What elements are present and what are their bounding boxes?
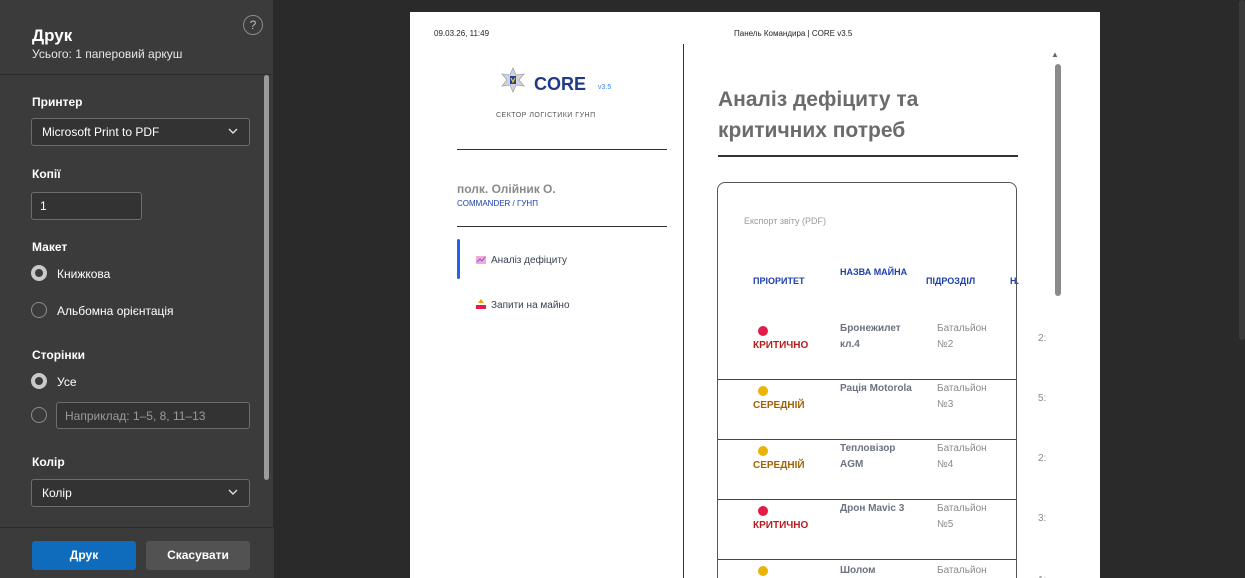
priority-badge: КРИТИЧНО: [753, 520, 809, 531]
logo-text: CORE: [534, 74, 587, 94]
column-header: Н.: [1010, 276, 1019, 286]
dialog-footer: Друк Скасувати: [0, 527, 274, 578]
print-date: 09.03.26, 11:49: [434, 29, 490, 38]
priority-badge: КРИТИЧНО: [753, 340, 809, 351]
print-settings-panel: Друк Усього: 1 паперовий аркуш ? Принтер…: [0, 0, 274, 578]
item-name: Тепловізор AGM: [840, 443, 896, 470]
sheet-count: Усього: 1 паперовий аркуш: [32, 47, 183, 61]
nav-item-deficit[interactable]: Аналіз дефіциту: [476, 255, 567, 266]
document-scrollbar[interactable]: [1055, 64, 1061, 296]
preview-page: 09.03.26, 11:49 Панель Командира | CORE …: [410, 12, 1100, 578]
panel-scrollbar[interactable]: [264, 75, 269, 480]
pages-all-label: Усе: [57, 375, 77, 389]
help-icon[interactable]: ?: [243, 15, 263, 35]
table-row-separator: [718, 499, 1016, 500]
badge-star-icon: [501, 67, 525, 93]
upload-icon: [476, 299, 486, 309]
row-number: 2:: [1038, 453, 1047, 464]
divider: [0, 74, 274, 75]
print-button[interactable]: Друк: [32, 541, 136, 570]
pages-range-input[interactable]: Наприклад: 1–5, 8, 11–13: [56, 402, 250, 429]
export-pdf-button[interactable]: Експорт звіту (PDF): [744, 216, 826, 226]
divider: [457, 149, 667, 150]
table-row-separator: [718, 439, 1016, 440]
nav-active-indicator: [457, 239, 460, 279]
row-number: 2:: [1038, 333, 1047, 344]
unit-name: Батальйон №4: [937, 443, 987, 470]
nav-item-label: Запити на майно: [491, 300, 570, 311]
deficit-table-card: Експорт звіту (PDF) ПРІОРИТЕТ НАЗВА МАЙН…: [717, 182, 1046, 578]
column-header: ПІДРОЗДІЛ: [926, 276, 976, 286]
copies-input[interactable]: 1: [31, 192, 142, 220]
portrait-radio[interactable]: [31, 265, 47, 281]
layout-label: Макет: [32, 240, 68, 254]
dialog-title: Друк: [32, 26, 73, 45]
divider: [457, 226, 667, 227]
commander-name: полк. Олійник О.: [457, 182, 556, 196]
unit-name: Батальйон: [937, 565, 987, 576]
printer-select[interactable]: Microsoft Print to PDF: [31, 118, 250, 146]
item-name: Бронежилет кл.4: [840, 323, 901, 350]
color-label: Колір: [32, 455, 65, 469]
column-header: ПРІОРИТЕТ: [753, 276, 805, 286]
priority-badge: СЕРЕДНІЙ: [753, 460, 805, 471]
copies-label: Копії: [32, 167, 61, 181]
color-select[interactable]: Колір: [31, 479, 250, 507]
table-row-separator: [718, 559, 1016, 560]
row-number: 3:: [1038, 513, 1047, 524]
logo-version: v3.5: [598, 84, 612, 91]
column-header: НАЗВА МАЙНА: [840, 267, 908, 277]
printer-value: Microsoft Print to PDF: [42, 125, 160, 139]
divider: [683, 44, 684, 578]
commander-role: COMMANDER / ГУНП: [457, 199, 538, 208]
chart-icon: [476, 256, 486, 264]
printer-label: Принтер: [32, 95, 83, 109]
pages-custom-radio[interactable]: [31, 407, 47, 423]
portrait-label: Книжкова: [57, 267, 111, 281]
priority-critical-icon: [758, 326, 768, 336]
scroll-up-icon[interactable]: ▲: [1051, 50, 1059, 59]
item-name: Шолом: [840, 565, 876, 576]
print-dialog: Друк Усього: 1 паперовий аркуш ? Принтер…: [0, 0, 1245, 578]
priority-critical-icon: [758, 506, 768, 516]
unit-name: Батальйон №3: [937, 383, 987, 410]
row-number: 5:: [1038, 393, 1047, 404]
preview-scrollbar[interactable]: [1239, 0, 1245, 340]
priority-medium-icon: [758, 566, 768, 576]
divider: [718, 155, 1018, 157]
cancel-button[interactable]: Скасувати: [146, 541, 250, 570]
unit-name: Батальйон №2: [937, 323, 987, 350]
item-name: Дрон Mavic 3: [840, 503, 905, 514]
logo-subtitle: СЕКТОР ЛОГІСТИКИ ГУНП: [496, 112, 596, 119]
landscape-radio[interactable]: [31, 302, 47, 318]
landscape-label: Альбомна орієнтація: [57, 304, 174, 318]
page-title: Аналіз дефіциту та критичних потреб: [718, 88, 919, 142]
color-value: Колір: [42, 486, 72, 500]
nav-item-label: Аналіз дефіциту: [491, 255, 568, 266]
item-name: Рація Motorola: [840, 383, 912, 394]
chevron-down-icon: [228, 489, 238, 495]
pages-all-radio[interactable]: [31, 373, 47, 389]
pages-label: Сторінки: [32, 348, 86, 362]
priority-medium-icon: [758, 386, 768, 396]
nav-item-requests[interactable]: Запити на майно: [476, 299, 570, 311]
unit-name: Батальйон №5: [937, 503, 987, 530]
chevron-down-icon: [228, 128, 238, 134]
print-header-title: Панель Командира | CORE v3.5: [734, 29, 853, 38]
table-row-separator: [718, 379, 1016, 380]
priority-medium-icon: [758, 446, 768, 456]
priority-badge: СЕРЕДНІЙ: [753, 400, 805, 411]
